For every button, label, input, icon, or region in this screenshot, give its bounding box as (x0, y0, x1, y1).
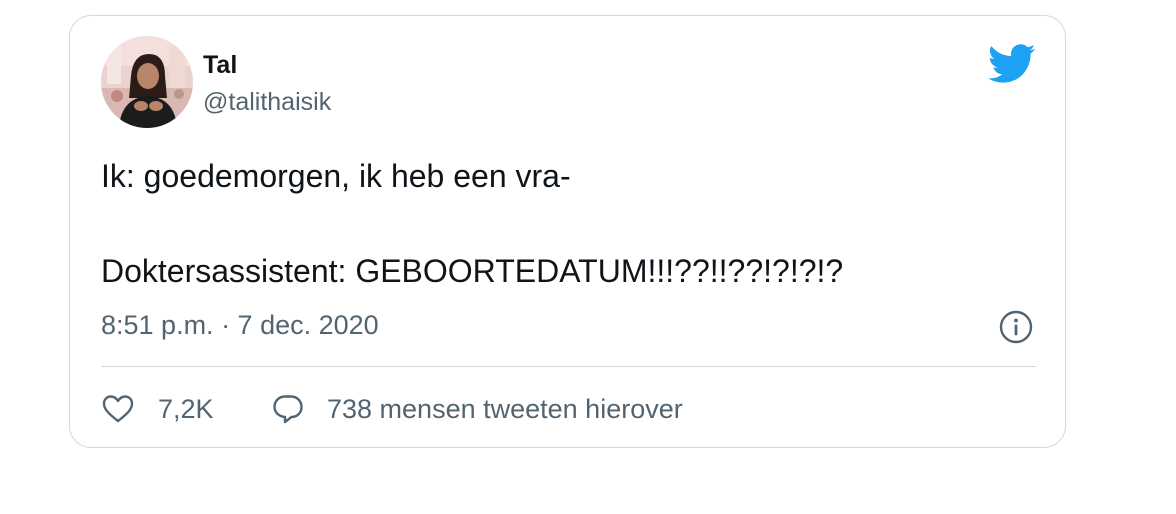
tweet-card[interactable]: Tal @talithaisik Ik: goedemorgen, ik heb… (69, 15, 1066, 448)
speech-bubble-icon[interactable] (271, 392, 305, 426)
tweet-text-line: Ik: goedemorgen, ik heb een vra- (101, 158, 571, 194)
info-icon[interactable] (999, 310, 1033, 344)
avatar[interactable] (101, 36, 193, 128)
author-handle[interactable]: @talithaisik (203, 87, 331, 117)
twitter-bird-icon[interactable] (988, 44, 1036, 84)
divider (101, 366, 1036, 367)
conversation-label: 738 mensen tweeten hierover (327, 394, 683, 424)
avatar-photo (101, 36, 193, 128)
like-button[interactable]: 7,2K (101, 392, 214, 426)
tweet-timestamp[interactable]: 8:51 p.m. · 7 dec. 2020 (101, 309, 379, 341)
tweet-text-line: Doktersassistent: GEBOORTEDATUM!!!??!!??… (101, 253, 844, 289)
heart-icon[interactable] (101, 392, 135, 426)
conversation-link[interactable]: 738 mensen tweeten hierover (271, 392, 683, 426)
author-display-name[interactable]: Tal (203, 50, 237, 80)
like-count: 7,2K (158, 394, 214, 424)
